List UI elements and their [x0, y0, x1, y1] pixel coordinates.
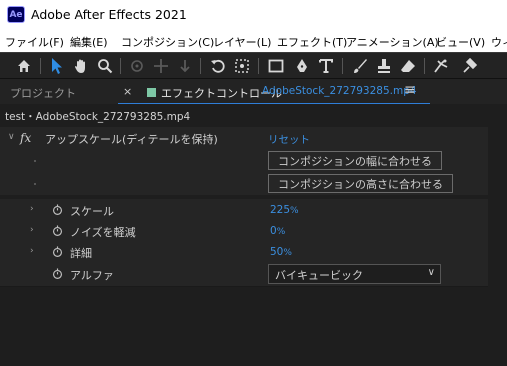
- indent-guide: [34, 160, 36, 162]
- orbit-camera-icon[interactable]: [127, 56, 147, 76]
- fit-comp-height-button[interactable]: コンポジションの高さに合わせる: [268, 174, 453, 193]
- detail-value[interactable]: 50: [270, 246, 283, 258]
- twirl-right-icon[interactable]: ›: [30, 225, 34, 235]
- toolbar-divider: [424, 58, 425, 74]
- fit-width-row: コンポジションの幅に合わせる: [0, 149, 488, 173]
- effect-row: ∨ fx アップスケール(ディテールを保持) リセット: [0, 127, 488, 150]
- toolbar-divider: [200, 58, 201, 74]
- property-value[interactable]: 50%: [270, 246, 292, 258]
- menu-file[interactable]: ファイル(F): [5, 34, 64, 50]
- dolly-camera-icon[interactable]: [175, 56, 195, 76]
- percent-unit: %: [283, 248, 292, 258]
- menu-edit[interactable]: 編集(E): [70, 34, 108, 50]
- stopwatch-icon[interactable]: [52, 246, 63, 257]
- toolbar-divider: [342, 58, 343, 74]
- reset-link[interactable]: リセット: [268, 132, 310, 147]
- menu-layer[interactable]: レイヤー(L): [213, 34, 271, 50]
- scale-value[interactable]: 225: [270, 204, 290, 216]
- pen-icon[interactable]: [292, 56, 312, 76]
- menu-effect[interactable]: エフェクト(T): [277, 34, 347, 50]
- twirl-down-icon[interactable]: ∨: [8, 132, 15, 142]
- dropdown-selected-value: バイキュービック: [275, 269, 363, 282]
- fit-height-row: コンポジションの高さに合わせる: [0, 172, 488, 196]
- toolbar-divider: [40, 58, 41, 74]
- twirl-right-icon[interactable]: ›: [30, 246, 34, 256]
- home-icon[interactable]: [14, 56, 34, 76]
- property-value[interactable]: 225%: [270, 204, 299, 216]
- stopwatch-icon[interactable]: [52, 268, 63, 279]
- alpha-dropdown[interactable]: バイキュービック ∨: [268, 264, 441, 284]
- stopwatch-icon[interactable]: [52, 204, 63, 215]
- brush-icon[interactable]: [350, 56, 370, 76]
- chevron-down-icon: ∨: [427, 267, 435, 278]
- layer-header: test・AdobeStock_272793285.mp4: [0, 104, 507, 126]
- pan-behind-icon[interactable]: [232, 56, 252, 76]
- percent-unit: %: [290, 206, 299, 216]
- twirl-right-icon[interactable]: ›: [30, 204, 34, 214]
- layer-path: test・AdobeStock_272793285.mp4: [5, 111, 191, 123]
- property-row-scale: › スケール 225%: [0, 199, 488, 221]
- property-row-alpha: アルファ バイキュービック ∨: [0, 262, 488, 287]
- property-name: スケール: [70, 205, 114, 218]
- roto-brush-icon[interactable]: [431, 56, 451, 76]
- toolbar-divider: [258, 58, 259, 74]
- toolbar-divider: [120, 58, 121, 74]
- rectangle-icon[interactable]: [266, 56, 286, 76]
- rotation-icon[interactable]: [208, 56, 228, 76]
- eraser-icon[interactable]: [398, 56, 418, 76]
- percent-unit: %: [276, 227, 286, 237]
- property-name: ノイズを軽減: [70, 226, 136, 239]
- noise-reduction-value[interactable]: 0: [270, 225, 277, 237]
- property-row-detail: › 詳細 50%: [0, 241, 488, 263]
- menu-composition[interactable]: コンポジション(C): [121, 34, 214, 50]
- menu-bar: ファイル(F) 編集(E) コンポジション(C) レイヤー(L) エフェクト(T…: [0, 30, 507, 52]
- menu-window[interactable]: ウィ: [491, 34, 507, 50]
- panel-menu-icon[interactable]: ≡: [404, 82, 416, 98]
- property-name: アルファ: [70, 269, 114, 282]
- tab-close-button[interactable]: ×: [123, 85, 132, 98]
- tab-layer-selector[interactable]: AdobeStock_272793285.mp4: [262, 85, 417, 97]
- indent-guide: [34, 183, 36, 185]
- tab-project[interactable]: プロジェクト: [10, 85, 76, 101]
- zoom-icon[interactable]: [95, 56, 115, 76]
- property-row-noise-reduction: › ノイズを軽減 0%: [0, 220, 488, 242]
- fx-toggle[interactable]: fx: [20, 131, 31, 145]
- property-name: 詳細: [70, 247, 92, 260]
- menu-animation[interactable]: アニメーション(A): [346, 34, 439, 50]
- effect-controls-panel: test・AdobeStock_272793285.mp4 ∨ fx アップスケ…: [0, 104, 507, 366]
- stopwatch-icon[interactable]: [52, 225, 63, 236]
- title-bar: Ae Adobe After Effects 2021: [0, 0, 507, 30]
- window-title: Adobe After Effects 2021: [31, 7, 187, 22]
- hand-icon[interactable]: [71, 56, 91, 76]
- tools-panel: [0, 52, 507, 79]
- pan-camera-icon[interactable]: [151, 56, 171, 76]
- fit-comp-width-button[interactable]: コンポジションの幅に合わせる: [268, 151, 442, 170]
- clone-stamp-icon[interactable]: [374, 56, 394, 76]
- label-color-swatch: [147, 88, 156, 97]
- type-icon[interactable]: [316, 56, 336, 76]
- menu-view[interactable]: ビュー(V): [436, 34, 485, 50]
- property-value[interactable]: 0%: [270, 225, 285, 237]
- puppet-pin-icon[interactable]: [459, 56, 479, 76]
- after-effects-logo: Ae: [7, 6, 25, 23]
- selection-arrow-icon[interactable]: [47, 56, 67, 76]
- panel-tab-bar: プロジェクト × エフェクトコントロール AdobeStock_27279328…: [0, 78, 507, 105]
- effect-name: アップスケール(ディテールを保持): [45, 133, 218, 146]
